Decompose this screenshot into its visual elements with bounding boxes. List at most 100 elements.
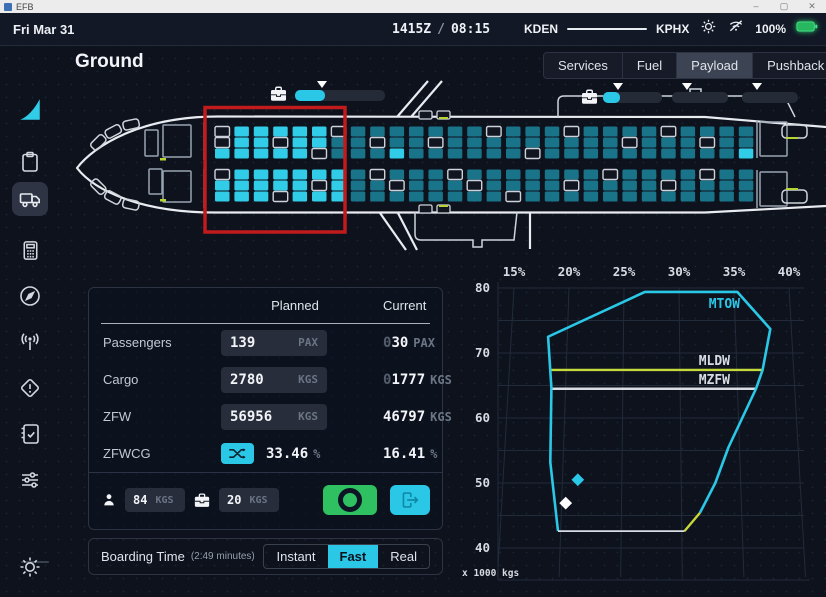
seat[interactable] [215, 181, 230, 191]
seat[interactable] [584, 192, 599, 202]
seat[interactable] [370, 149, 385, 159]
seat[interactable] [467, 181, 482, 191]
seat[interactable] [661, 149, 676, 159]
seat[interactable] [506, 127, 521, 137]
tab-fuel[interactable]: Fuel [623, 53, 677, 78]
seat[interactable] [487, 149, 502, 159]
seat[interactable] [681, 149, 696, 159]
seat[interactable] [273, 170, 288, 180]
seat[interactable] [351, 127, 366, 137]
seat[interactable] [448, 149, 463, 159]
seat[interactable] [390, 181, 405, 191]
seat[interactable] [642, 149, 657, 159]
seat[interactable] [681, 181, 696, 191]
seat[interactable] [603, 181, 618, 191]
seat[interactable] [700, 127, 715, 137]
seat[interactable] [254, 192, 268, 202]
seat[interactable] [525, 192, 540, 202]
seat[interactable] [273, 138, 288, 148]
seat[interactable] [234, 127, 249, 137]
seat[interactable] [584, 138, 599, 148]
passengers-planned-input[interactable]: 139PAX [221, 330, 327, 356]
seat[interactable] [370, 170, 385, 180]
seat[interactable] [428, 138, 443, 148]
seat[interactable] [584, 127, 599, 137]
wifi-off-icon[interactable] [727, 18, 745, 40]
tab-payload[interactable]: Payload [677, 53, 753, 78]
seat[interactable] [642, 138, 657, 148]
seat[interactable] [293, 138, 308, 148]
seat[interactable] [661, 127, 676, 137]
seat[interactable] [506, 138, 521, 148]
seat[interactable] [545, 181, 560, 191]
seat[interactable] [215, 192, 230, 202]
seat[interactable] [739, 192, 754, 202]
seat[interactable] [719, 170, 734, 180]
sidebar-item-settings-adjust[interactable] [12, 463, 48, 497]
seat[interactable] [525, 138, 540, 148]
seat[interactable] [351, 149, 366, 159]
seat[interactable] [448, 127, 463, 137]
seat[interactable] [525, 181, 540, 191]
seat[interactable] [622, 127, 637, 137]
seat[interactable] [254, 138, 268, 148]
seat[interactable] [681, 192, 696, 202]
close-button[interactable]: ✕ [798, 0, 826, 13]
seat[interactable] [739, 181, 754, 191]
seat[interactable] [428, 127, 443, 137]
seat[interactable] [428, 149, 443, 159]
seat[interactable] [487, 192, 502, 202]
seat[interactable] [739, 149, 754, 159]
seat[interactable] [525, 149, 540, 159]
seat[interactable] [525, 170, 540, 180]
seat[interactable] [312, 192, 327, 202]
seat[interactable] [584, 181, 599, 191]
seat[interactable] [622, 192, 637, 202]
seat[interactable] [234, 149, 249, 159]
seat[interactable] [719, 192, 734, 202]
seat[interactable] [700, 181, 715, 191]
seat[interactable] [622, 170, 637, 180]
seat[interactable] [293, 170, 308, 180]
seat[interactable] [739, 170, 754, 180]
seat[interactable] [234, 138, 249, 148]
seat[interactable] [234, 170, 249, 180]
seat[interactable] [545, 138, 560, 148]
seat[interactable] [273, 149, 288, 159]
seat[interactable] [719, 127, 734, 137]
seat[interactable] [390, 192, 405, 202]
seat[interactable] [409, 149, 424, 159]
seat[interactable] [273, 192, 288, 202]
sidebar-item-comms[interactable] [12, 325, 48, 359]
seat[interactable] [370, 181, 385, 191]
seat[interactable] [312, 181, 327, 191]
seat[interactable] [370, 192, 385, 202]
settings-gear-icon[interactable] [700, 18, 717, 40]
seat[interactable] [719, 181, 734, 191]
seat[interactable] [564, 192, 579, 202]
seat[interactable] [642, 170, 657, 180]
seat[interactable] [215, 127, 230, 137]
seat[interactable] [564, 181, 579, 191]
zfw-planned-input[interactable]: 56956KGS [221, 404, 327, 430]
seat[interactable] [312, 138, 327, 148]
seat[interactable] [487, 181, 502, 191]
minimize-button[interactable]: – [742, 0, 770, 13]
seat[interactable] [661, 170, 676, 180]
seat[interactable] [622, 138, 637, 148]
sidebar-item-ground[interactable] [12, 182, 48, 216]
seat[interactable] [642, 192, 657, 202]
seat[interactable] [603, 170, 618, 180]
seat[interactable] [487, 138, 502, 148]
seat[interactable] [467, 138, 482, 148]
seat[interactable] [681, 170, 696, 180]
seat[interactable] [564, 127, 579, 137]
sidebar-item-checklist[interactable] [12, 417, 48, 451]
deboard-button[interactable] [390, 485, 430, 515]
seat[interactable] [428, 170, 443, 180]
seat[interactable] [351, 181, 366, 191]
seat[interactable] [719, 138, 734, 148]
seat[interactable] [370, 127, 385, 137]
sidebar-item-settings[interactable] [12, 550, 48, 584]
cargo-planned-input[interactable]: 2780KGS [221, 367, 327, 393]
